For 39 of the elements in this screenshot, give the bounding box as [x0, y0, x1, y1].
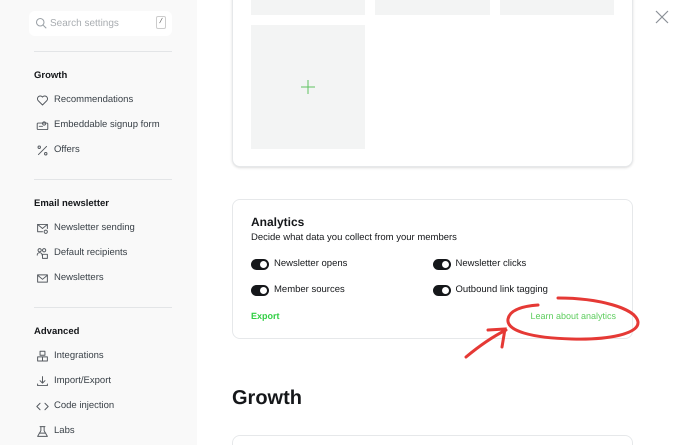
toggle-label: Newsletter opens	[274, 256, 348, 271]
toggle-label: Outbound link tagging	[456, 282, 548, 297]
section-heading: Advanced	[34, 325, 80, 339]
sidebar-item[interactable]: Default recipients	[36, 241, 172, 266]
add-tile-button[interactable]	[251, 25, 366, 149]
toggle-switch[interactable]	[432, 258, 450, 270]
blocks-icon	[36, 350, 49, 363]
envelope-gear-icon	[36, 222, 49, 235]
flask-icon	[36, 425, 49, 438]
toggle-label: Newsletter clicks	[456, 256, 526, 271]
download-icon	[36, 375, 49, 388]
toggle-switch[interactable]	[251, 258, 269, 270]
close-button[interactable]	[655, 10, 669, 24]
toggle-switch[interactable]	[432, 284, 450, 296]
sidebar-item[interactable]: Recommendations	[36, 88, 172, 113]
heart-icon	[36, 94, 49, 107]
sidebar-item[interactable]: Newsletter sending	[36, 216, 172, 241]
card-description: Decide what data you collect from your members	[251, 231, 458, 245]
toggle-label: Member sources	[274, 282, 345, 297]
section-heading: Growth	[34, 69, 68, 83]
section-heading: Email newsletter	[34, 197, 110, 211]
sidebar-item[interactable]: Labs	[36, 419, 172, 444]
close-icon	[655, 10, 669, 24]
percent-icon	[36, 144, 49, 157]
form-icon	[36, 119, 49, 132]
sidebar-item[interactable]: Embeddable signup form	[36, 113, 172, 138]
search-icon	[35, 16, 47, 28]
section-title: Growth	[232, 386, 303, 411]
code-icon	[36, 400, 49, 413]
people-icon	[36, 247, 49, 260]
plus-icon	[301, 80, 316, 94]
sidebar-item[interactable]: Code injection	[36, 394, 172, 419]
sidebar-item[interactable]: Offers	[36, 138, 172, 163]
sidebar-item[interactable]: Newsletters	[36, 266, 172, 291]
toggle-switch[interactable]	[251, 284, 269, 296]
sidebar-item[interactable]: Integrations	[36, 344, 172, 369]
envelope-icon	[36, 272, 49, 285]
sidebar-item[interactable]: Import/Export	[36, 369, 172, 394]
card-title: Analytics	[251, 214, 306, 229]
